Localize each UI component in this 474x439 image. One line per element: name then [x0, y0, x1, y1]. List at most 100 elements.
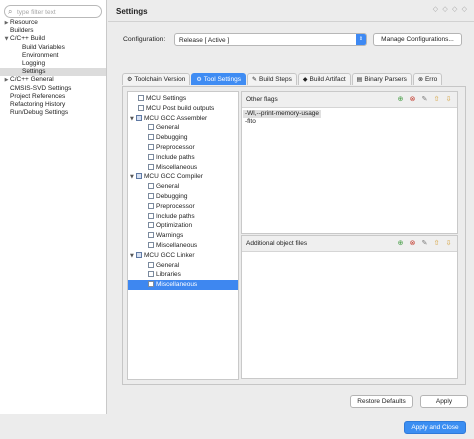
tree-item-mcu-gcc-assembler[interactable]: ▼ MCU GCC Assembler — [130, 114, 207, 124]
tab-toolchain-version[interactable]: ⚙ Toolchain Version — [122, 73, 191, 85]
move-up-icon[interactable]: ⇧ — [432, 95, 441, 104]
nav-item-resource[interactable]: ▶ Resource — [0, 19, 106, 27]
tree-item-general[interactable]: General — [148, 123, 179, 133]
move-up-icon[interactable]: ⇧ — [432, 239, 441, 248]
nav-item-environment[interactable]: Environment — [0, 52, 106, 60]
tree-item-preprocessor[interactable]: Preprocessor — [148, 143, 195, 153]
tree-item-label: Libraries — [156, 271, 181, 279]
option-page-icon — [148, 144, 154, 150]
tree-item-debugging[interactable]: Debugging — [148, 192, 187, 202]
move-down-icon[interactable]: ⇩ — [444, 95, 453, 104]
nav-item-project-references[interactable]: Project References — [0, 93, 106, 101]
tree-item-label: General — [156, 124, 180, 132]
nav-item-label: Project References — [10, 92, 66, 100]
nav-item-build-variables[interactable]: Build Variables — [0, 44, 106, 52]
add-icon[interactable]: ⊕ — [396, 95, 405, 104]
option-page-icon — [148, 222, 154, 229]
tree-item-optimization[interactable]: Optimization — [148, 221, 192, 231]
configuration-select[interactable]: Release [ Active ] ⇕ — [174, 33, 367, 46]
tree-item-preprocessor[interactable]: Preprocessor — [148, 202, 195, 212]
tab-binary-parsers[interactable]: ▤ Binary Parsers — [351, 73, 412, 85]
tab-label: Erro — [424, 76, 438, 83]
tool-icon — [136, 251, 142, 258]
tool-icon — [136, 173, 142, 180]
tab-label: Toolchain Version — [134, 76, 186, 83]
tool-settings-icon: ⚙ — [196, 76, 202, 83]
tree-item-general[interactable]: General — [148, 182, 179, 192]
apply-button[interactable]: Apply — [420, 395, 468, 408]
chevron-right-icon[interactable]: ▶ — [3, 19, 10, 27]
nav-item-c-c-build[interactable]: ▼ C/C++ Build — [0, 35, 106, 43]
history-nav-arrows[interactable]: ◇ ◇ ◇ ◇ — [433, 5, 468, 13]
nav-item-label: Settings — [22, 68, 46, 76]
tree-item-include-paths[interactable]: Include paths — [148, 212, 195, 222]
flag-item[interactable]: -flto — [243, 118, 258, 126]
nav-item-run-debug-settings[interactable]: Run/Debug Settings — [0, 109, 106, 117]
nav-item-refactoring-history[interactable]: Refactoring History — [0, 101, 106, 109]
tab-build-artifact[interactable]: ◆ Build Artifact — [297, 73, 351, 85]
nav-item-label: Resource — [10, 19, 38, 26]
option-page-icon — [148, 193, 154, 199]
property-nav-list: ▶ Resource Builders ▼ C/C++ Build Build Varia… — [0, 19, 106, 117]
nav-item-c-c-general[interactable]: ▶ C/C++ General — [0, 76, 106, 84]
build-artifact-icon: ◆ — [302, 76, 308, 83]
option-page-icon — [148, 124, 154, 131]
tree-item-label: MCU GCC Assembler — [144, 114, 208, 122]
tab-label: Build Artifact — [309, 76, 346, 83]
tree-item-mcu-post-build-outputs[interactable]: MCU Post build outputs — [138, 104, 214, 114]
tree-item-general[interactable]: General — [148, 261, 179, 271]
tree-item-mcu-gcc-compiler[interactable]: ▼ MCU GCC Compiler — [130, 172, 203, 182]
page-title: Settings — [116, 7, 148, 16]
tree-item-debugging[interactable]: Debugging — [148, 133, 187, 143]
tree-item-mcu-settings[interactable]: MCU Settings — [138, 94, 186, 104]
filter-input[interactable] — [17, 7, 97, 17]
option-page-icon — [148, 183, 154, 190]
tree-item-label: Warnings — [156, 232, 184, 240]
tree-item-miscellaneous[interactable]: Miscellaneous — [148, 241, 197, 251]
tree-item-miscellaneous[interactable]: Miscellaneous — [128, 280, 238, 290]
tree-item-libraries[interactable]: Libraries — [148, 270, 181, 280]
nav-item-label: Refactoring History — [10, 100, 66, 108]
flag-item[interactable]: -Wl,--print-memory-usage — [243, 110, 322, 118]
delete-icon[interactable]: ⊗ — [408, 95, 417, 104]
restore-defaults-button[interactable]: Restore Defaults — [350, 395, 413, 408]
chevron-down-icon[interactable]: ▼ — [3, 35, 10, 43]
option-page-icon — [148, 202, 154, 209]
filter-box[interactable]: ⌕ — [4, 5, 102, 18]
nav-item-label: Build Variables — [22, 43, 65, 51]
tab-build-steps[interactable]: ✎ Build Steps — [246, 73, 297, 85]
nav-item-builders[interactable]: Builders — [0, 27, 106, 35]
option-page-icon — [148, 271, 154, 278]
apply-and-close-button[interactable]: Apply and Close — [404, 421, 466, 434]
nav-item-settings[interactable]: Settings — [0, 68, 106, 77]
tree-item-label: General — [156, 183, 180, 191]
select-arrows-icon: ⇕ — [356, 34, 366, 45]
nav-item-label: Builders — [10, 27, 34, 35]
add-icon[interactable]: ⊕ — [396, 239, 405, 248]
nav-item-logging[interactable]: Logging — [0, 60, 106, 68]
chevron-right-icon[interactable]: ▶ — [3, 76, 10, 84]
edit-icon[interactable]: ✎ — [420, 239, 429, 248]
option-page-icon — [138, 104, 144, 111]
tab-erro[interactable]: ⊗ Erro — [412, 73, 443, 85]
tool-icon — [136, 114, 142, 121]
move-down-icon[interactable]: ⇩ — [444, 239, 453, 248]
tab-label: Build Steps — [258, 76, 292, 83]
configuration-value: Release [ Active ] — [179, 36, 230, 44]
nav-item-label: Environment — [22, 51, 59, 59]
tab-label: Tool Settings — [203, 76, 241, 83]
tab-label: Binary Parsers — [364, 76, 407, 83]
tree-item-miscellaneous[interactable]: Miscellaneous — [148, 163, 197, 173]
configuration-label: Configuration: — [123, 36, 166, 43]
other-flags-panel: Other flags ⊕ ⊗ ✎ ⇧ ⇩ -Wl,--print-memory-usa… — [241, 91, 458, 234]
tree-item-label: Preprocessor — [156, 144, 195, 151]
manage-configurations-button[interactable]: Manage Configurations... — [373, 33, 462, 46]
tree-item-warnings[interactable]: Warnings — [148, 231, 183, 241]
tree-item-include-paths[interactable]: Include paths — [148, 153, 195, 163]
tab-tool-settings[interactable]: ⚙ Tool Settings — [191, 73, 246, 85]
delete-icon[interactable]: ⊗ — [408, 239, 417, 248]
nav-item-cmsis-svd-settings[interactable]: CMSIS-SVD Settings — [0, 85, 106, 93]
tree-item-mcu-gcc-linker[interactable]: ▼ MCU GCC Linker — [130, 251, 195, 261]
nav-item-label: C/C++ Build — [10, 35, 46, 43]
edit-icon[interactable]: ✎ — [420, 95, 429, 104]
